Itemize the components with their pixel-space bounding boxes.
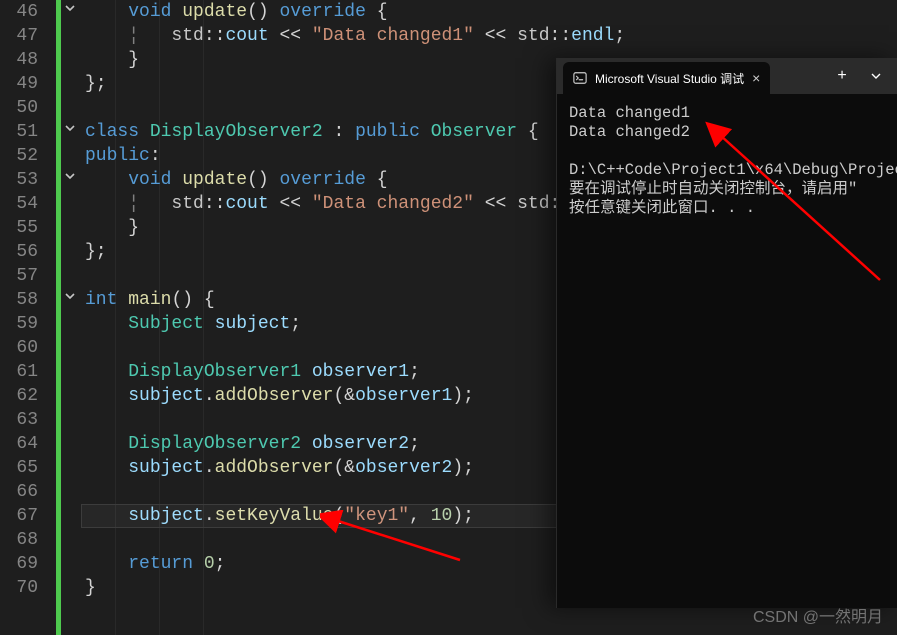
line-number: 70: [10, 576, 38, 600]
line-number: 66: [10, 480, 38, 504]
fold-column[interactable]: [61, 0, 81, 635]
line-number: 50: [10, 96, 38, 120]
fold-toggle[interactable]: [63, 120, 77, 144]
fold-toggle[interactable]: [63, 0, 77, 24]
line-number: 67: [10, 504, 38, 528]
line-number: 47: [10, 24, 38, 48]
terminal-output[interactable]: Data changed1 Data changed2 D:\C++Code\P…: [557, 94, 897, 228]
code-line[interactable]: void update() override {: [85, 0, 897, 24]
line-number: 64: [10, 432, 38, 456]
line-number: 59: [10, 312, 38, 336]
line-number: 69: [10, 552, 38, 576]
line-number: 56: [10, 240, 38, 264]
terminal-tab-title: Microsoft Visual Studio 调试: [595, 70, 744, 87]
line-number: 52: [10, 144, 38, 168]
line-number: 48: [10, 48, 38, 72]
terminal-tab[interactable]: Microsoft Visual Studio 调试 ×: [563, 62, 770, 94]
code-line[interactable]: ¦ std::cout << "Data changed1" << std::e…: [85, 24, 897, 48]
line-number: 54: [10, 192, 38, 216]
line-number: 60: [10, 336, 38, 360]
close-icon[interactable]: ×: [752, 70, 760, 86]
line-number: 49: [10, 72, 38, 96]
new-tab-button[interactable]: +: [827, 61, 857, 91]
line-number: 46: [10, 0, 38, 24]
line-number: 68: [10, 528, 38, 552]
gutter: 4647484950515253545556575859606162636465…: [0, 0, 56, 635]
line-number: 63: [10, 408, 38, 432]
terminal-window[interactable]: Microsoft Visual Studio 调试 × + Data chan…: [556, 58, 897, 608]
chevron-down-icon: [871, 71, 881, 81]
line-number: 55: [10, 216, 38, 240]
watermark: CSDN @一然明月: [753, 603, 883, 627]
line-number: 58: [10, 288, 38, 312]
terminal-icon: [573, 71, 587, 85]
terminal-tab-actions: +: [827, 58, 897, 94]
line-number: 65: [10, 456, 38, 480]
fold-toggle[interactable]: [63, 288, 77, 312]
line-number: 62: [10, 384, 38, 408]
fold-toggle[interactable]: [63, 168, 77, 192]
tab-dropdown-button[interactable]: [861, 61, 891, 91]
line-number: 61: [10, 360, 38, 384]
line-number: 53: [10, 168, 38, 192]
line-number: 51: [10, 120, 38, 144]
terminal-tab-bar[interactable]: Microsoft Visual Studio 调试 × +: [557, 58, 897, 94]
line-number: 57: [10, 264, 38, 288]
